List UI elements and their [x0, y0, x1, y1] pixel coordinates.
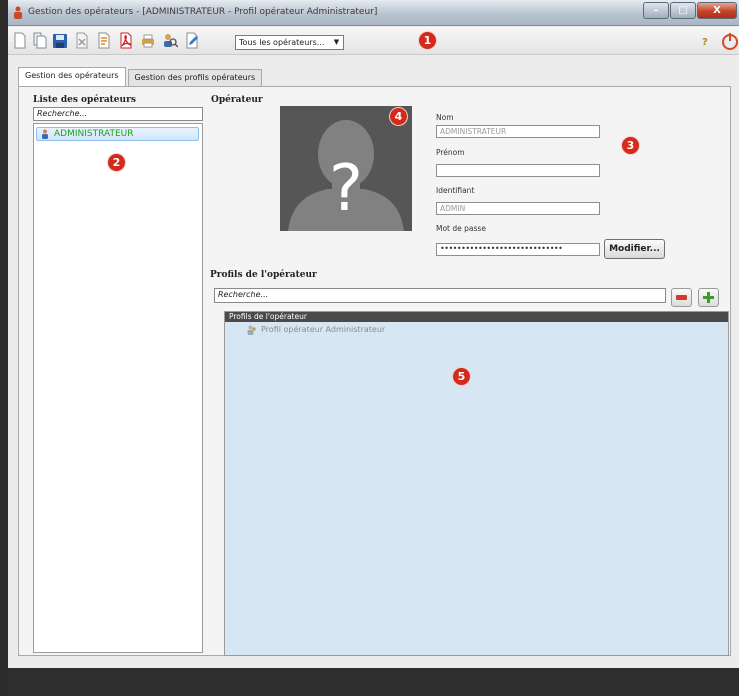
- nom-label: Nom: [436, 113, 454, 122]
- edit-icon[interactable]: [184, 32, 200, 49]
- status-bar: [8, 668, 739, 696]
- password-field[interactable]: •••••••••••••••••••••••••••••: [436, 243, 600, 256]
- prenom-label: Prénom: [436, 148, 465, 157]
- list-item-administrateur[interactable]: ADMINISTRATEUR: [36, 127, 199, 141]
- operators-filter-value: Tous les opérateurs...: [239, 38, 325, 47]
- annotation-marker-3: 3: [622, 137, 639, 154]
- delete-icon[interactable]: [74, 32, 90, 49]
- minimize-button[interactable]: –: [643, 2, 669, 19]
- password-label: Mot de passe: [436, 224, 486, 233]
- new-icon[interactable]: [12, 32, 28, 49]
- annotation-marker-5: 5: [453, 368, 470, 385]
- modify-password-button[interactable]: Modifier...: [604, 239, 665, 259]
- help-button[interactable]: ?: [702, 37, 708, 48]
- pdf-icon[interactable]: [118, 32, 134, 49]
- identifiant-field[interactable]: ADMIN: [436, 202, 600, 215]
- operators-list: ADMINISTRATEUR 2: [33, 123, 203, 653]
- nom-field[interactable]: ADMINISTRATEUR: [436, 125, 600, 138]
- operators-filter-select[interactable]: Tous les opérateurs... ▼: [235, 35, 344, 50]
- identifiant-label: Identifiant: [436, 186, 475, 195]
- search-user-icon[interactable]: [162, 32, 178, 49]
- annotation-marker-1: 1: [419, 32, 436, 49]
- photo-placeholder-symbol: ?: [329, 152, 363, 226]
- annotation-marker-4: 4: [390, 108, 407, 125]
- profile-item[interactable]: Profil opérateur Administrateur: [247, 325, 386, 335]
- operator-section-title: Opérateur: [211, 95, 263, 105]
- silhouette-icon: ?: [288, 120, 404, 231]
- save-icon[interactable]: [52, 32, 68, 49]
- minus-icon: [676, 295, 687, 300]
- profiles-search-input[interactable]: Recherche...: [214, 288, 666, 303]
- tab-gestion-operateurs[interactable]: Gestion des opérateurs: [18, 67, 126, 86]
- profile-item-label: Profil opérateur Administrateur: [261, 325, 386, 334]
- add-profile-button[interactable]: [698, 288, 719, 307]
- toolbar: Tous les opérateurs... ▼ 1 ?: [8, 27, 739, 55]
- annotation-marker-2: 2: [108, 154, 125, 171]
- profiles-section-title: Profils de l'opérateur: [210, 270, 317, 280]
- list-item-label: ADMINISTRATEUR: [54, 129, 134, 139]
- print-icon[interactable]: [140, 32, 156, 49]
- operators-list-title: Liste des opérateurs: [33, 95, 136, 105]
- window-controls: – □ X: [642, 2, 737, 19]
- profiles-list-header: Profils de l'opérateur: [225, 312, 728, 322]
- operators-search-input[interactable]: Recherche...: [33, 107, 203, 121]
- user-icon: [42, 129, 48, 139]
- remove-profile-button[interactable]: [671, 288, 692, 307]
- export-icon[interactable]: [96, 32, 112, 49]
- tab-gestion-profils[interactable]: Gestion des profils opérateurs: [127, 69, 263, 86]
- power-icon[interactable]: [722, 33, 738, 50]
- app-window: Gestion des opérateurs - [ADMINISTRATEUR…: [8, 0, 739, 696]
- app-icon: [14, 6, 22, 19]
- plus-icon: [703, 292, 714, 303]
- maximize-button[interactable]: □: [670, 2, 696, 19]
- chevron-down-icon: ▼: [333, 38, 340, 46]
- close-button[interactable]: X: [697, 2, 737, 19]
- profile-icon: [247, 325, 256, 335]
- copy-icon[interactable]: [32, 32, 48, 49]
- window-title: Gestion des opérateurs - [ADMINISTRATEUR…: [28, 7, 378, 17]
- prenom-field[interactable]: [436, 164, 600, 177]
- operator-photo[interactable]: ?: [280, 106, 412, 231]
- profiles-list: Profils de l'opérateur Profil opérateur …: [224, 311, 729, 656]
- title-bar: Gestion des opérateurs - [ADMINISTRATEUR…: [8, 0, 739, 26]
- tab-bar: Gestion des opérateurs Gestion des profi…: [18, 67, 264, 86]
